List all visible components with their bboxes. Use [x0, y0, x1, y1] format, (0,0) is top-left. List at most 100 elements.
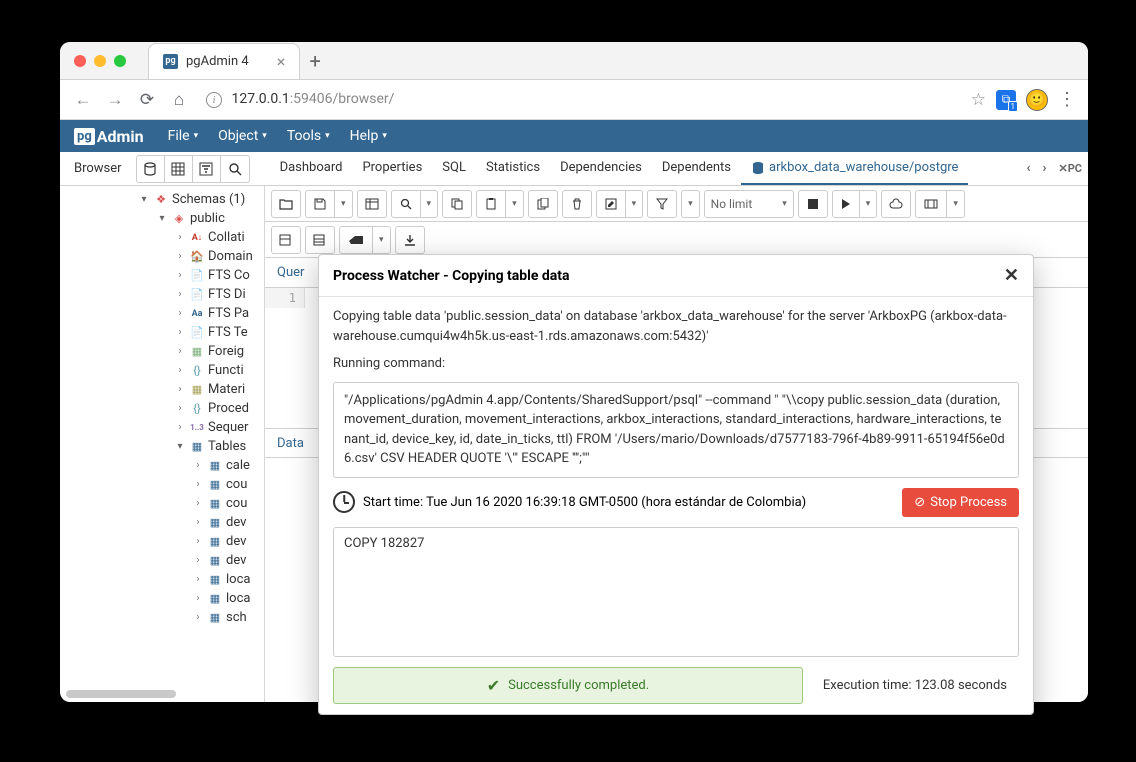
menu-help[interactable]: Help▾ [340, 128, 397, 144]
tree-table-row[interactable]: ›▦cale [60, 456, 264, 475]
process-description: Copying table data 'public.session_data'… [333, 307, 1019, 346]
modal-header: Process Watcher - Copying table data ✕ [319, 255, 1033, 297]
tree-item[interactable]: ›{}Functi [60, 361, 264, 380]
filter-icon[interactable] [193, 156, 221, 182]
extension-icon[interactable]: ⧉1 [996, 90, 1016, 110]
filter-button[interactable] [647, 190, 677, 218]
logo-admin: Admin [97, 127, 144, 146]
tabs-scroll-left[interactable]: ‹ [1020, 161, 1036, 176]
new-tab-button[interactable]: + [300, 49, 330, 73]
sidebar-scrollbar[interactable] [66, 690, 258, 698]
close-window-button[interactable] [74, 55, 86, 67]
home-button[interactable]: ⌂ [168, 90, 190, 110]
tree-item[interactable]: ›▦Materi [60, 380, 264, 399]
check-icon: ✔ [487, 676, 500, 695]
search-icon[interactable] [221, 156, 249, 182]
tab-query-editor[interactable]: arkbox_data_warehouse/postgre [741, 152, 968, 185]
tree-table-row[interactable]: ›▦dev [60, 513, 264, 532]
tab-title: pgAdmin 4 [186, 54, 249, 69]
tree-table-row[interactable]: ›▦cou [60, 494, 264, 513]
tree-table-row[interactable]: ›▦dev [60, 551, 264, 570]
tree-table-row[interactable]: ›▦cou [60, 475, 264, 494]
copy-button[interactable] [442, 190, 472, 218]
tab-statistics[interactable]: Statistics [476, 152, 550, 185]
add-row-button[interactable] [271, 226, 301, 254]
tab-dashboard[interactable]: Dashboard [270, 152, 353, 185]
url-path: :59406/browser/ [290, 91, 395, 107]
tree-item[interactable]: ›🏠Domain [60, 247, 264, 266]
tab-dependencies[interactable]: Dependencies [550, 152, 652, 185]
filter-dropdown[interactable]: ▾ [681, 190, 700, 218]
paste-button[interactable]: ▾ [476, 190, 524, 218]
extension-badge: 1 [1008, 101, 1019, 112]
tree-table-row[interactable]: ›▦sch [60, 608, 264, 627]
tree-item[interactable]: ›📄FTS Co [60, 266, 264, 285]
tree-item[interactable]: ›A↓Collati [60, 228, 264, 247]
tab-properties[interactable]: Properties [352, 152, 432, 185]
tree-item[interactable]: ›📄FTS Di [60, 285, 264, 304]
query-tab[interactable]: Quer [265, 259, 316, 286]
reload-button[interactable]: ⟳ [136, 90, 158, 110]
profile-avatar[interactable]: 🙂 [1026, 89, 1048, 111]
tree-table-row[interactable]: ›▦dev [60, 532, 264, 551]
save-button[interactable]: ▾ [305, 190, 353, 218]
limit-select[interactable]: No limit▾ [704, 190, 794, 218]
copy-row-button[interactable] [305, 226, 335, 254]
running-command-label: Running command: [333, 354, 1019, 374]
tree-table-row[interactable]: ›▦loca [60, 570, 264, 589]
tree-schemas[interactable]: ▾❖Schemas (1) [60, 190, 264, 209]
browser-panel-bar: Browser Dashboard Properties SQL [60, 152, 1088, 186]
browser-tab[interactable]: pg pgAdmin 4 × [148, 43, 300, 79]
logo-pg: pg [74, 128, 95, 145]
tab-dependents[interactable]: Dependents [652, 152, 741, 185]
menu-tools[interactable]: Tools▾ [277, 128, 340, 144]
modal-body: Copying table data 'public.session_data'… [319, 297, 1033, 714]
modal-title: Process Watcher - Copying table data [333, 268, 570, 284]
edit-button[interactable]: ▾ [596, 190, 644, 218]
explain-button[interactable] [881, 190, 911, 218]
tree-table-row[interactable]: ›▦loca [60, 589, 264, 608]
modal-close-button[interactable]: ✕ [1004, 265, 1019, 286]
maximize-window-button[interactable] [114, 55, 126, 67]
open-file-button[interactable] [271, 190, 301, 218]
bookmark-button[interactable]: ☆ [971, 90, 986, 110]
tab-close-button[interactable]: × [277, 52, 286, 71]
tree-tables[interactable]: ▾▦Tables [60, 437, 264, 456]
run-button[interactable]: ▾ [832, 190, 878, 218]
tabs-scroll-right[interactable]: › [1037, 161, 1053, 176]
success-banner: ✔ Successfully completed. [333, 667, 803, 704]
tabs-close-overflow[interactable]: ✕PC [1052, 162, 1088, 175]
delete-button[interactable] [562, 190, 592, 218]
tree-item[interactable]: ›1..3Sequer [60, 418, 264, 437]
browser-toolgroup [136, 155, 250, 183]
minimize-window-button[interactable] [94, 55, 106, 67]
address-field[interactable]: i 127.0.0.1:59406/browser/ [200, 87, 961, 113]
tree-item[interactable]: ›▦Foreig [60, 342, 264, 361]
stop-process-button[interactable]: ⊘ Stop Process [902, 488, 1019, 517]
db-icon[interactable] [137, 156, 165, 182]
forward-button[interactable]: → [104, 90, 126, 110]
command-box: "/Applications/pgAdmin 4.app/Contents/Sh… [333, 382, 1019, 478]
query-toolbar-1: ▾ ▾ ▾ ▾ ▾ No limit▾ ▾ ▾ [265, 186, 1088, 222]
erase-button[interactable]: ▾ [339, 226, 391, 254]
tree-public[interactable]: ▾◈public [60, 209, 264, 228]
site-info-icon[interactable]: i [206, 92, 222, 108]
grid-icon[interactable] [165, 156, 193, 182]
tree-item[interactable]: ›{}Proced [60, 399, 264, 418]
menu-file[interactable]: File▾ [158, 128, 209, 144]
back-button[interactable]: ← [72, 90, 94, 110]
stop-button[interactable] [798, 190, 828, 218]
clipboard-button[interactable] [528, 190, 558, 218]
tree-item[interactable]: ›📄FTS Te [60, 323, 264, 342]
data-tab[interactable]: Data [265, 430, 316, 457]
browser-label: Browser [60, 161, 136, 176]
tree-item[interactable]: ›AaFTS Pa [60, 304, 264, 323]
tab-sql[interactable]: SQL [432, 152, 476, 185]
menu-object[interactable]: Object▾ [208, 128, 277, 144]
macro-button[interactable]: ▾ [915, 190, 965, 218]
table-view-button[interactable] [357, 190, 387, 218]
line-gutter: 1 [265, 288, 305, 308]
download-button[interactable] [395, 226, 425, 254]
search-button[interactable]: ▾ [391, 190, 439, 218]
chrome-menu-button[interactable]: ⋮ [1058, 89, 1076, 110]
